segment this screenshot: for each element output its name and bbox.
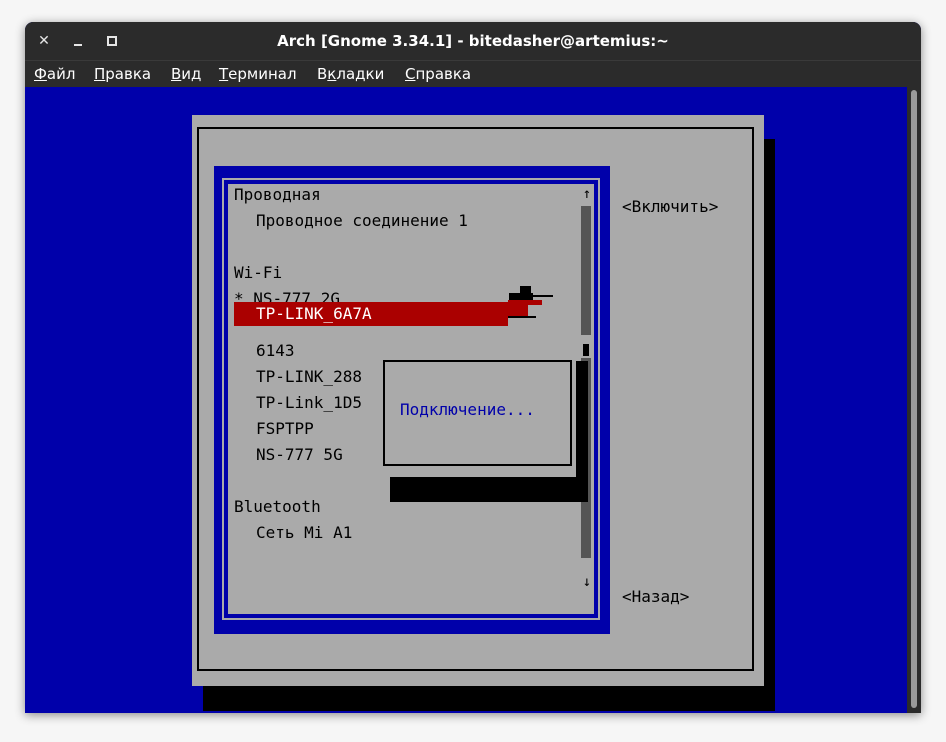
wifi-network-selected[interactable]: TP-LINK_6A7A: [256, 303, 372, 325]
back-button[interactable]: <Назад>: [622, 586, 689, 608]
menu-tabs[interactable]: Вкладки: [317, 61, 384, 88]
menu-edit-label: равка: [105, 65, 152, 83]
signal-line: [531, 295, 553, 297]
menu-view-label: ид: [181, 65, 202, 83]
list-scrollbar-thumb[interactable]: [583, 344, 589, 356]
popup-shadow: [390, 477, 588, 502]
menu-help[interactable]: Справка: [405, 61, 471, 88]
signal-bars-top: [520, 286, 531, 293]
menu-view-mnemonic: В: [171, 65, 182, 83]
list-scrollbar[interactable]: [581, 206, 591, 335]
terminal-scrollbar-thumb[interactable]: [911, 90, 917, 708]
menu-file[interactable]: Файл: [34, 61, 75, 88]
terminal-area[interactable]: Проводная Проводное соединение 1 Wi-Fi *…: [25, 87, 907, 713]
menu-file-label: айл: [46, 65, 76, 83]
menu-bar: Файл Правка Вид Терминал Вкладки Справка: [25, 60, 921, 88]
popup-shadow-right: [576, 361, 588, 502]
menu-tabs-label: ладки: [336, 65, 385, 83]
menu-terminal[interactable]: Терминал: [219, 61, 297, 88]
menu-edit-mnemonic: П: [94, 65, 106, 83]
signal-bars-icon: [509, 293, 533, 300]
section-wifi: Wi-Fi: [234, 263, 283, 282]
menu-tabs-prefix: В: [317, 65, 328, 83]
menu-edit[interactable]: Правка: [94, 61, 151, 88]
menu-tabs-mnemonic: к: [327, 65, 337, 83]
scroll-up-icon[interactable]: ↑: [581, 186, 593, 202]
menu-help-mnemonic: С: [405, 65, 416, 83]
terminal-scrollbar[interactable]: [907, 87, 921, 713]
activate-button[interactable]: <Включить>: [622, 196, 718, 218]
scroll-down-icon[interactable]: ↓: [581, 574, 593, 590]
wifi-network[interactable]: NS-777 5G: [256, 444, 343, 466]
terminal-window: ✕ Arch [Gnome 3.34.1] - bitedasher@artem…: [25, 22, 921, 713]
connecting-popup: Подключение...: [383, 360, 572, 466]
wifi-network[interactable]: FSPTPP: [256, 418, 314, 440]
menu-terminal-label: ерминал: [228, 65, 297, 83]
wifi-network[interactable]: 6143: [256, 340, 295, 362]
menu-file-mnemonic: Ф: [34, 65, 47, 83]
menu-terminal-mnemonic: Т: [219, 65, 229, 83]
section-wired: Проводная: [234, 185, 321, 204]
menu-view[interactable]: Вид: [171, 61, 201, 88]
wifi-network[interactable]: TP-Link_1D5: [256, 392, 362, 414]
bluetooth-network[interactable]: Сеть Mi A1: [256, 522, 352, 544]
section-bluetooth: Bluetooth: [234, 497, 321, 516]
connection-wired-1[interactable]: Проводное соединение 1: [256, 210, 468, 232]
title-bar[interactable]: ✕ Arch [Gnome 3.34.1] - bitedasher@artem…: [25, 22, 921, 60]
connecting-message: Подключение...: [400, 400, 535, 419]
nmtui-dialog: Проводная Проводное соединение 1 Wi-Fi *…: [192, 115, 764, 686]
signal-line-2: [508, 316, 536, 318]
wifi-network[interactable]: TP-LINK_288: [256, 366, 362, 388]
window-title: Arch [Gnome 3.34.1] - bitedasher@artemiu…: [277, 32, 669, 50]
menu-help-label: правка: [415, 65, 472, 83]
